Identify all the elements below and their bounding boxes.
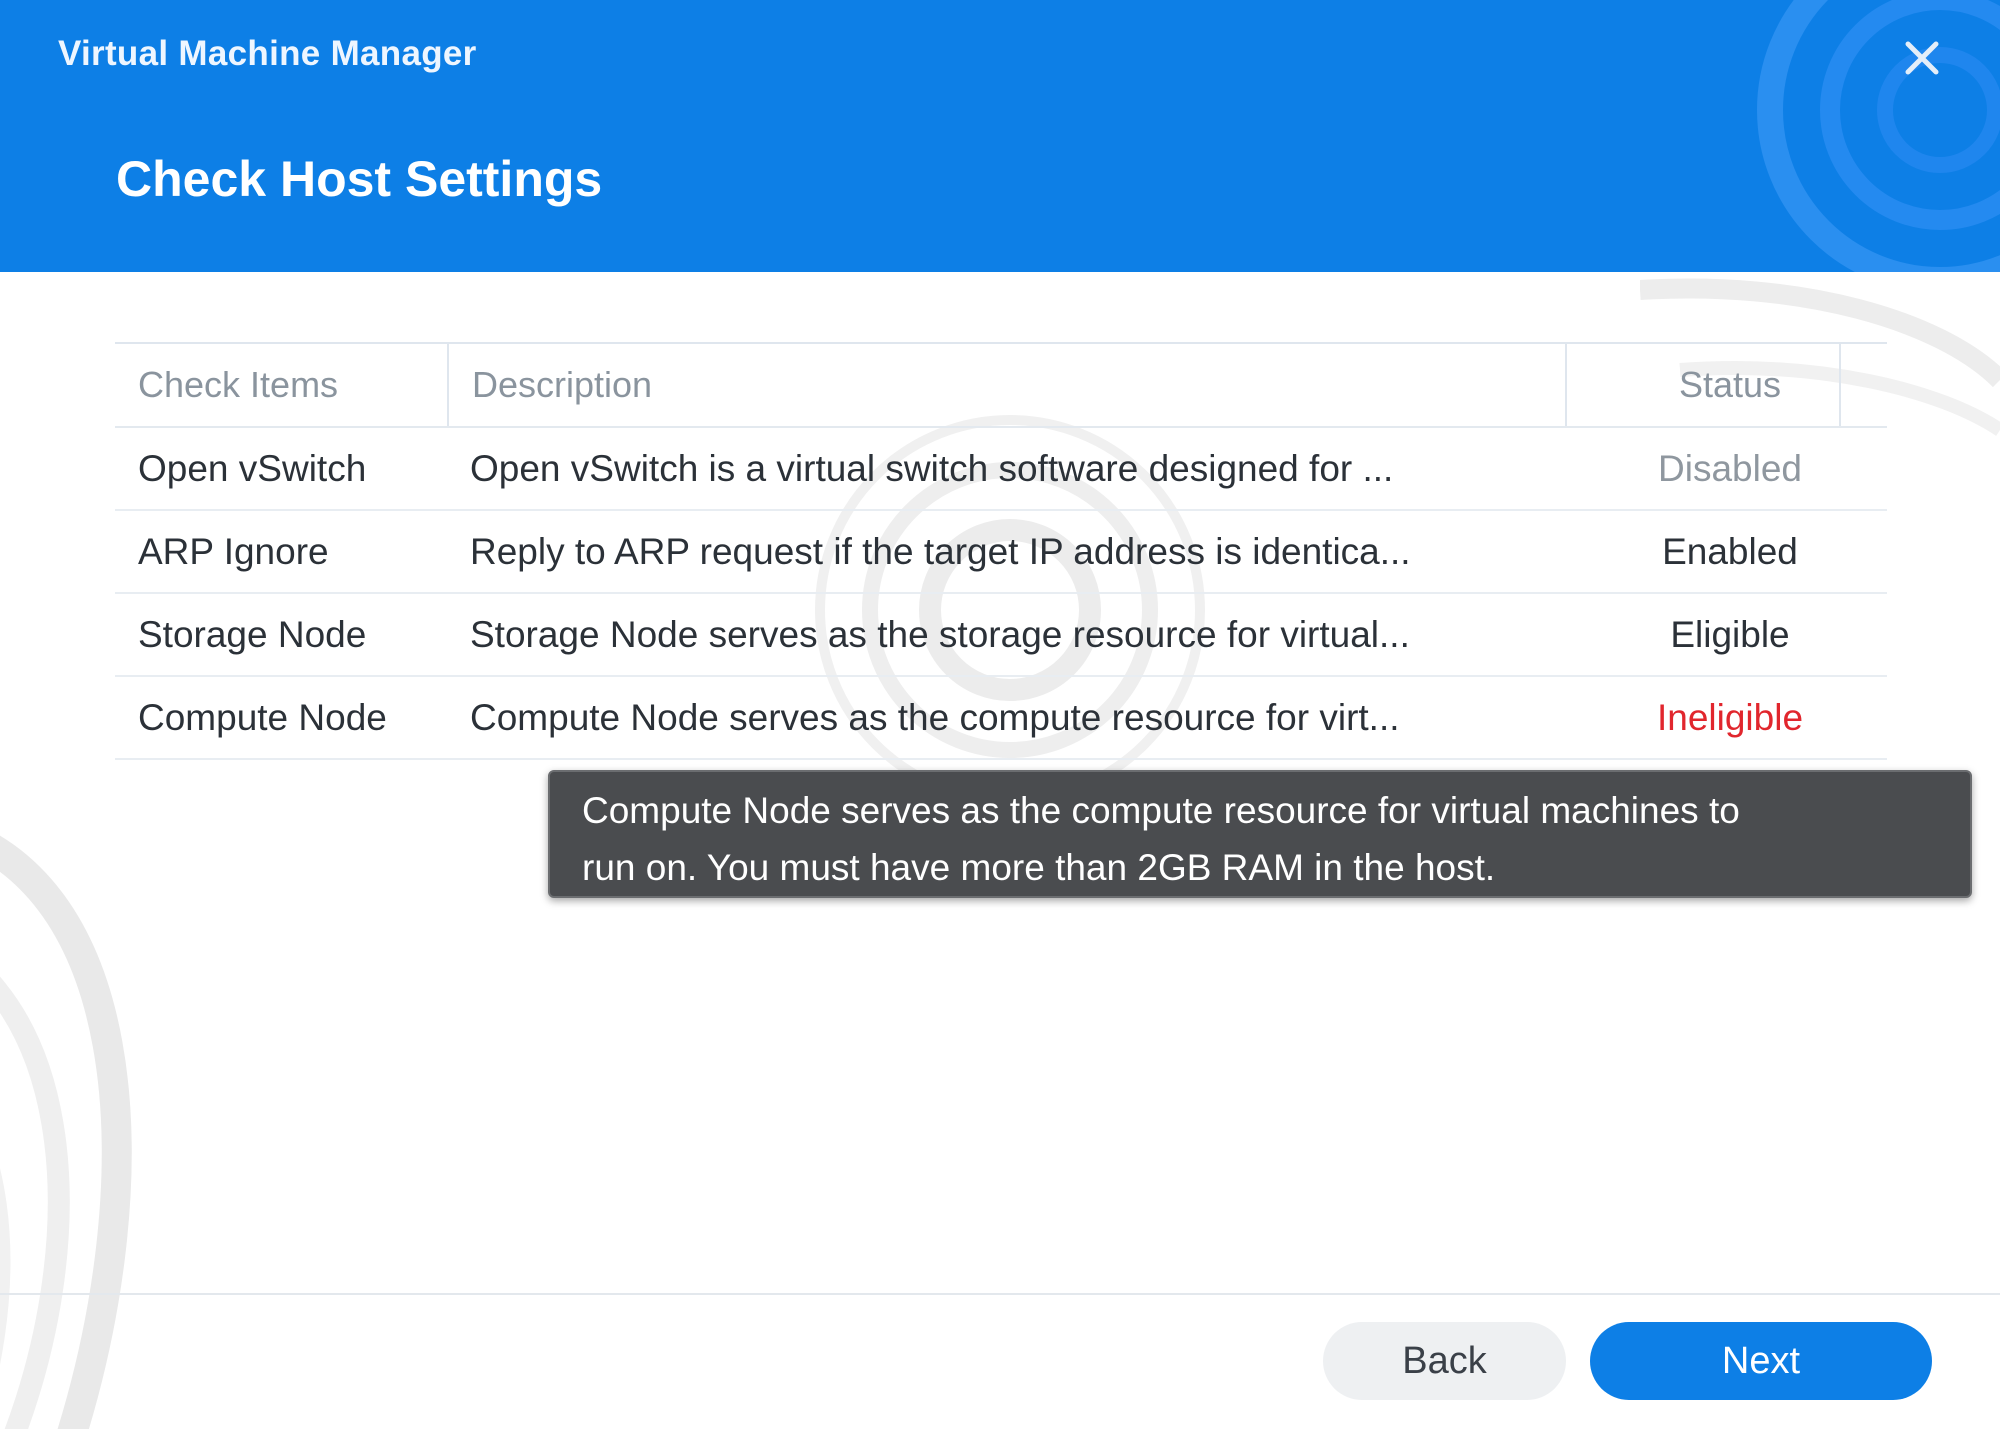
page-title: Check Host Settings: [116, 151, 603, 207]
description-tooltip: Compute Node serves as the compute resou…: [548, 770, 1972, 898]
column-header-check-items[interactable]: Check Items: [138, 344, 338, 426]
app-title: Virtual Machine Manager: [58, 34, 477, 73]
tooltip-line-2: run on. You must have more than 2GB RAM …: [582, 847, 1496, 888]
check-item: ARP Ignore: [138, 531, 329, 572]
close-icon: [1905, 41, 1939, 75]
header-watermark-swirl: [1757, 0, 2000, 272]
next-button[interactable]: Next: [1590, 1322, 1932, 1400]
item-description: Compute Node serves as the compute resou…: [470, 697, 1400, 738]
column-header-status[interactable]: Status: [1565, 344, 1895, 426]
check-item: Compute Node: [138, 697, 387, 738]
column-header-status-label: Status: [1678, 364, 1782, 405]
dialog: Virtual Machine Manager Check Host Setti…: [0, 0, 2000, 1429]
table-row[interactable]: Compute Node Compute Node serves as the …: [115, 677, 1887, 760]
status-badge: Eligible: [1670, 614, 1790, 655]
host-settings-table: Check Items Description Status Open vSwi…: [115, 342, 1887, 760]
item-description: Open vSwitch is a virtual switch softwar…: [470, 448, 1394, 489]
check-item: Storage Node: [138, 614, 367, 655]
status-badge: Ineligible: [1656, 697, 1804, 738]
dialog-header: Virtual Machine Manager Check Host Setti…: [0, 0, 2000, 272]
back-button[interactable]: Back: [1323, 1322, 1566, 1400]
tooltip-line-1: Compute Node serves as the compute resou…: [582, 790, 1740, 831]
column-divider[interactable]: [1839, 344, 1841, 426]
footer-divider: [0, 1293, 2000, 1295]
watermark-swirl-left: [0, 836, 132, 1429]
table-row[interactable]: Open vSwitch Open vSwitch is a virtual s…: [115, 428, 1887, 511]
check-item: Open vSwitch: [138, 448, 367, 489]
table-row[interactable]: Storage Node Storage Node serves as the …: [115, 594, 1887, 677]
status-badge: Disabled: [1658, 448, 1802, 489]
column-divider[interactable]: [447, 344, 449, 426]
column-header-description[interactable]: Description: [472, 344, 652, 426]
status-badge: Enabled: [1662, 531, 1798, 572]
close-button[interactable]: [1900, 36, 1944, 80]
item-description: Storage Node serves as the storage resou…: [470, 614, 1410, 655]
table-row[interactable]: ARP Ignore Reply to ARP request if the t…: [115, 511, 1887, 594]
item-description: Reply to ARP request if the target IP ad…: [470, 531, 1411, 572]
table-header: Check Items Description Status: [115, 344, 1887, 428]
